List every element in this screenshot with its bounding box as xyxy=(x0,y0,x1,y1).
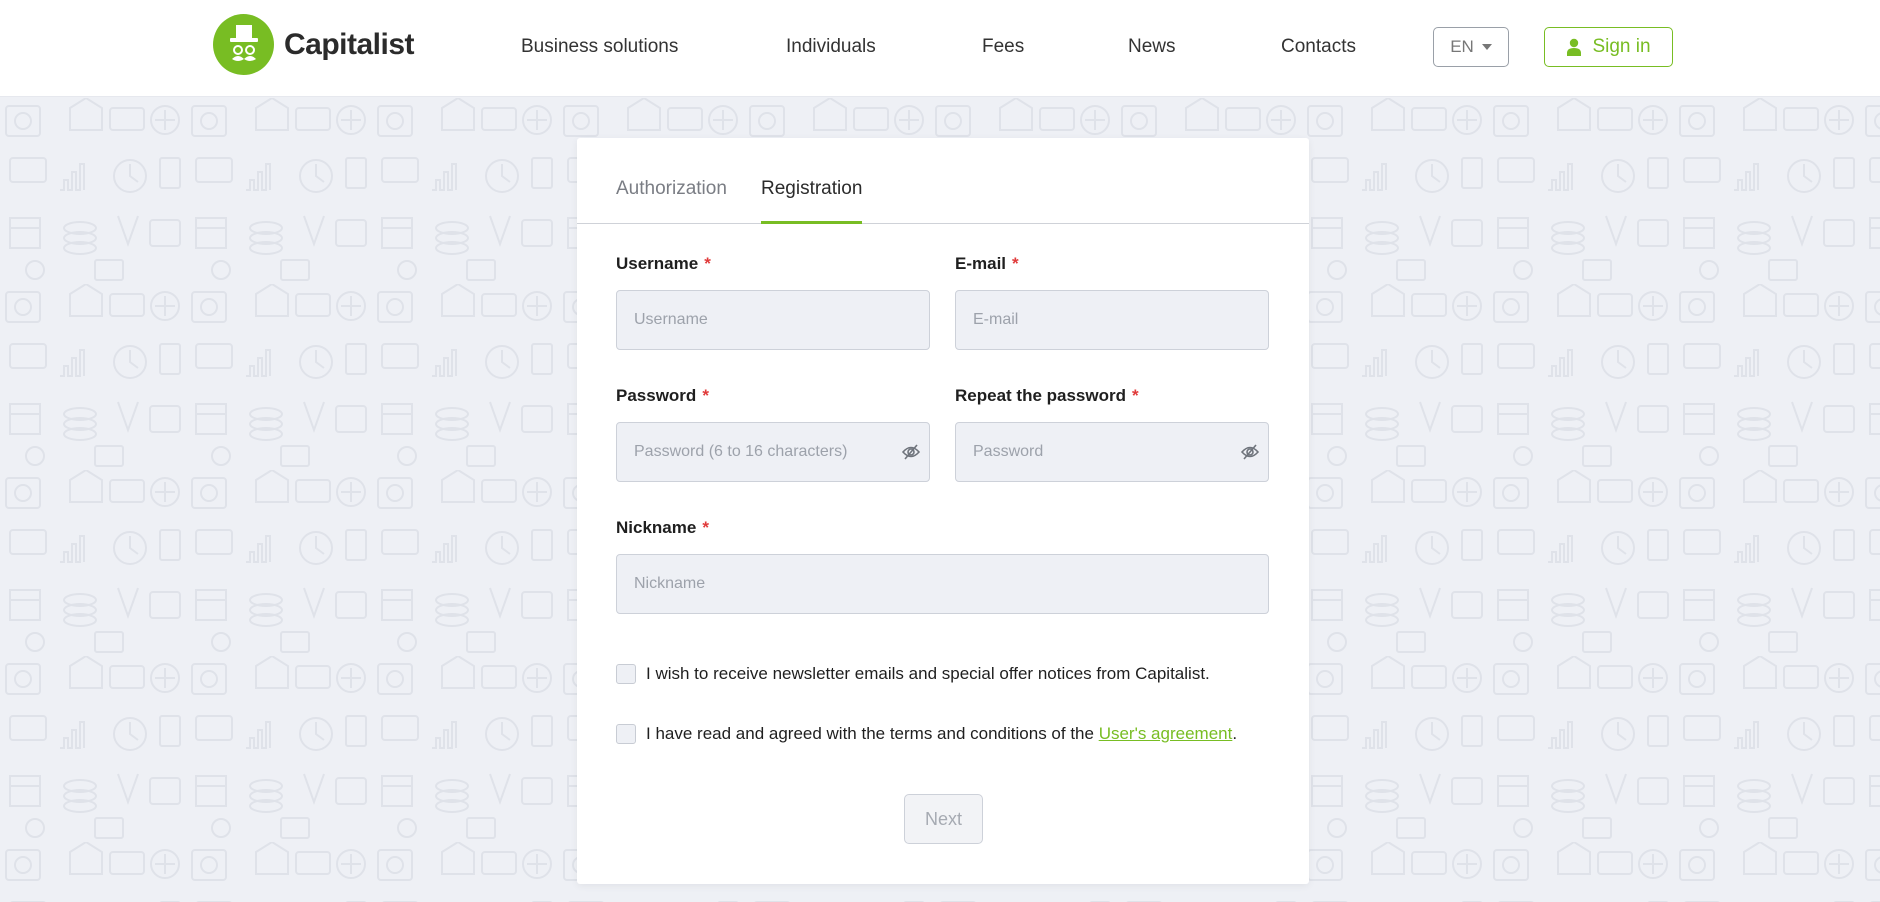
user-agreement-link[interactable]: User's agreement xyxy=(1099,724,1233,744)
required-marker: * xyxy=(1132,386,1139,405)
terms-option: I have read and agreed with the terms an… xyxy=(616,724,1237,744)
caret-down-icon xyxy=(1481,44,1492,50)
email-label-text: E-mail xyxy=(955,254,1007,273)
tab-authorization[interactable]: Authorization xyxy=(616,178,727,224)
repeat-password-label: Repeat the password * xyxy=(955,386,1139,406)
username-label-text: Username xyxy=(616,254,699,273)
terms-text: I have read and agreed with the terms an… xyxy=(646,724,1099,743)
username-label: Username * xyxy=(616,254,711,274)
top-header: Capitalist Business solutions Individual… xyxy=(0,0,1880,97)
required-marker: * xyxy=(704,254,711,273)
eye-slash-icon[interactable] xyxy=(901,442,921,462)
password-input[interactable] xyxy=(616,422,930,482)
nav-contacts[interactable]: Contacts xyxy=(1281,36,1356,58)
nav-fees[interactable]: Fees xyxy=(982,36,1024,58)
brand-name: Capitalist xyxy=(284,27,415,61)
repeat-password-label-text: Repeat the password xyxy=(955,386,1126,405)
user-icon xyxy=(1567,38,1582,56)
sign-in-button[interactable]: Sign in xyxy=(1544,27,1673,67)
email-input[interactable] xyxy=(955,290,1269,350)
repeat-password-input[interactable] xyxy=(955,422,1269,482)
nickname-label: Nickname * xyxy=(616,518,709,538)
eye-slash-icon[interactable] xyxy=(1240,442,1260,462)
email-label: E-mail * xyxy=(955,254,1019,274)
nav-individuals[interactable]: Individuals xyxy=(786,36,876,58)
language-selector[interactable]: EN xyxy=(1433,27,1509,67)
newsletter-option: I wish to receive newsletter emails and … xyxy=(616,664,1210,684)
auth-tabs: Authorization Registration xyxy=(577,138,1309,224)
sign-in-label: Sign in xyxy=(1592,36,1651,57)
registration-card: Authorization Registration Username * E-m… xyxy=(577,138,1309,884)
nickname-input[interactable] xyxy=(616,554,1269,614)
nav-news[interactable]: News xyxy=(1128,36,1176,58)
newsletter-text: I wish to receive newsletter emails and … xyxy=(646,664,1210,683)
nav-business-solutions[interactable]: Business solutions xyxy=(521,36,678,58)
username-input[interactable] xyxy=(616,290,930,350)
required-marker: * xyxy=(702,386,709,405)
terms-checkbox[interactable] xyxy=(616,724,636,744)
top-hat-mustache-icon xyxy=(213,14,274,75)
language-value: EN xyxy=(1450,37,1474,56)
newsletter-checkbox[interactable] xyxy=(616,664,636,684)
terms-suffix: . xyxy=(1232,724,1238,743)
password-label: Password * xyxy=(616,386,709,406)
nickname-label-text: Nickname xyxy=(616,518,697,537)
tab-registration[interactable]: Registration xyxy=(761,178,863,224)
required-marker: * xyxy=(1012,254,1019,273)
next-button[interactable]: Next xyxy=(904,794,983,844)
required-marker: * xyxy=(702,518,709,537)
logo[interactable]: Capitalist xyxy=(213,14,415,75)
password-label-text: Password xyxy=(616,386,697,405)
